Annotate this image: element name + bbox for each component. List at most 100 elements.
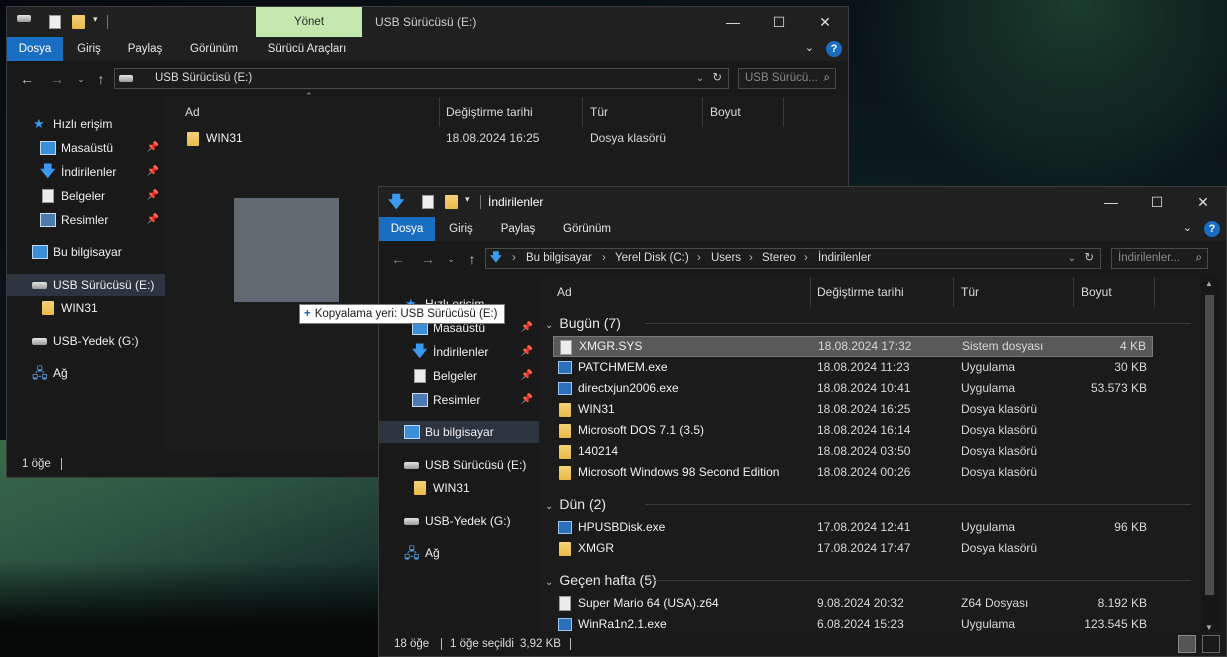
nav-network[interactable]: 🖧 Ağ — [379, 542, 539, 564]
breadcrumb-item[interactable]: Users — [711, 249, 741, 268]
column-separator[interactable] — [439, 97, 440, 127]
address-history-icon[interactable]: ⌄ — [696, 69, 704, 88]
nav-usb-drive[interactable]: USB Sürücüsü (E:) — [379, 454, 539, 476]
file-row[interactable]: 140214 18.08.2024 03:50 Dosya klasörü — [553, 441, 1153, 462]
address-box[interactable]: USB Sürücüsü (E:) ⌄ ↻ — [114, 68, 729, 89]
search-input[interactable]: USB Sürücü... ⌕ — [738, 68, 836, 89]
column-header-type[interactable]: Tür — [590, 97, 608, 127]
column-separator[interactable] — [810, 277, 811, 307]
column-header-date[interactable]: Değiştirme tarihi — [817, 277, 904, 307]
scroll-up-icon[interactable]: ▲ — [1205, 279, 1213, 288]
pin-icon[interactable]: 📌 — [521, 365, 533, 387]
nav-downloads[interactable]: 🡇 İndirilenler 📌 — [379, 341, 539, 363]
details-view-button[interactable] — [1178, 635, 1196, 653]
file-row[interactable]: PATCHMEM.exe 18.08.2024 11:23 Uygulama 30 K… — [553, 357, 1153, 378]
tab-view[interactable]: Görünüm — [552, 217, 622, 241]
nav-documents[interactable]: Belgeler 📌 — [7, 185, 165, 207]
column-header-name[interactable]: Ad — [557, 277, 572, 307]
breadcrumb-item[interactable]: İndirilenler — [818, 249, 871, 268]
tab-share[interactable]: Paylaş — [492, 217, 544, 241]
column-header-size[interactable]: Boyut — [1081, 277, 1112, 307]
large-icons-view-button[interactable] — [1202, 635, 1220, 653]
properties-icon[interactable] — [422, 195, 434, 209]
pin-icon[interactable]: 📌 — [147, 137, 159, 159]
nav-documents[interactable]: Belgeler 📌 — [379, 365, 539, 387]
group-collapse-icon[interactable]: ⌄ — [545, 501, 553, 512]
properties-icon[interactable] — [49, 15, 61, 29]
help-icon[interactable]: ? — [826, 41, 842, 57]
file-row[interactable]: XMGR.SYS 18.08.2024 17:32 Sistem dosyası 4 … — [553, 336, 1153, 357]
close-button[interactable]: ✕ — [1180, 187, 1226, 217]
pin-icon[interactable]: 📌 — [147, 209, 159, 231]
new-folder-icon[interactable] — [72, 15, 85, 29]
column-header-date[interactable]: Değiştirme tarihi — [446, 97, 533, 127]
up-arrow-icon[interactable]: ↑ — [462, 249, 482, 269]
scroll-down-icon[interactable]: ▼ — [1205, 623, 1213, 632]
new-folder-icon[interactable] — [445, 195, 458, 209]
title-bar[interactable]: 🡇 ▾ İndirilenler — ☐ ✕ — [379, 187, 1226, 217]
nav-usb-backup[interactable]: USB-Yedek (G:) — [379, 510, 539, 532]
nav-this-pc[interactable]: Bu bilgisayar — [7, 241, 165, 263]
file-row[interactable]: Microsoft DOS 7.1 (3.5) 18.08.2024 16:14 D… — [553, 420, 1153, 441]
column-header-name[interactable]: Ad — [185, 97, 200, 127]
nav-pictures[interactable]: Resimler 📌 — [379, 389, 539, 411]
column-separator[interactable] — [1154, 277, 1155, 307]
nav-desktop[interactable]: Masaüstü 📌 — [7, 137, 165, 159]
scrollbar-thumb[interactable] — [1205, 295, 1214, 595]
tab-share[interactable]: Paylaş — [119, 37, 171, 61]
nav-this-pc[interactable]: Bu bilgisayar — [379, 421, 539, 443]
column-separator[interactable] — [1073, 277, 1074, 307]
maximize-button[interactable]: ☐ — [1134, 187, 1180, 217]
column-separator[interactable] — [783, 97, 784, 127]
file-row[interactable]: WinRa1n2.1.exe 6.08.2024 15:23 Uygulama 123… — [553, 614, 1153, 634]
pin-icon[interactable]: 📌 — [147, 185, 159, 207]
pin-icon[interactable]: 📌 — [147, 161, 159, 183]
up-arrow-icon[interactable]: ↑ — [91, 69, 111, 89]
column-header-size[interactable]: Boyut — [710, 97, 741, 127]
maximize-button[interactable]: ☐ — [756, 7, 802, 37]
tab-home[interactable]: Giriş — [67, 37, 111, 61]
search-input[interactable]: İndirilenler... ⌕ — [1111, 248, 1208, 269]
title-bar[interactable]: ▾ Yönet USB Sürücüsü (E:) — ☐ ✕ — [7, 7, 848, 37]
group-header[interactable]: ⌄ Bugün (7) — [545, 311, 1195, 335]
nav-usb-drive[interactable]: USB Sürücüsü (E:) — [7, 274, 165, 296]
column-header-type[interactable]: Tür — [961, 277, 979, 307]
back-arrow-icon[interactable]: ← — [388, 249, 408, 269]
group-collapse-icon[interactable]: ⌄ — [545, 320, 553, 331]
breadcrumb-item[interactable]: Yerel Disk (C:) — [615, 249, 689, 268]
back-arrow-icon[interactable]: ← — [17, 69, 37, 89]
ribbon-expand-icon[interactable]: ⌄ — [1183, 221, 1192, 234]
group-header[interactable]: ⌄ Dün (2) — [545, 492, 1195, 516]
file-row[interactable]: WIN31 18.08.2024 16:25 Dosya klasörü — [165, 128, 848, 149]
nav-downloads[interactable]: 🡇 İndirilenler 📌 — [7, 161, 165, 183]
nav-folder-win31[interactable]: WIN31 — [7, 297, 165, 319]
pin-icon[interactable]: 📌 — [521, 317, 533, 339]
help-icon[interactable]: ? — [1204, 221, 1220, 237]
pin-icon[interactable]: 📌 — [521, 389, 533, 411]
explorer-window-downloads[interactable]: 🡇 ▾ İndirilenler — ☐ ✕ Dosya Giriş Payla… — [378, 186, 1227, 657]
refresh-icon[interactable]: ↻ — [1084, 249, 1094, 268]
minimize-button[interactable]: — — [1088, 187, 1134, 217]
pin-icon[interactable]: 📌 — [521, 341, 533, 363]
file-row[interactable]: HPUSBDisk.exe 17.08.2024 12:41 Uygulama 96 … — [553, 517, 1153, 538]
file-row[interactable]: Microsoft Windows 98 Second Edition 18.08… — [553, 462, 1153, 483]
nav-network[interactable]: 🖧 Ağ — [7, 362, 165, 384]
column-separator[interactable] — [702, 97, 703, 127]
group-collapse-icon[interactable]: ⌄ — [545, 577, 553, 588]
chevron-down-icon[interactable]: ▾ — [93, 14, 98, 25]
nav-folder-win31[interactable]: WIN31 — [379, 477, 539, 499]
minimize-button[interactable]: — — [710, 7, 756, 37]
forward-arrow-icon[interactable]: → — [47, 69, 67, 89]
tab-view[interactable]: Görünüm — [179, 37, 249, 61]
forward-arrow-icon[interactable]: → — [418, 249, 438, 269]
nav-pictures[interactable]: Resimler 📌 — [7, 209, 165, 231]
tab-file[interactable]: Dosya — [7, 37, 63, 61]
file-row[interactable]: WIN31 18.08.2024 16:25 Dosya klasörü — [553, 399, 1153, 420]
tab-file[interactable]: Dosya — [379, 217, 435, 241]
tab-drive-tools[interactable]: Sürücü Araçları — [259, 37, 355, 61]
nav-usb-backup[interactable]: USB-Yedek (G:) — [7, 330, 165, 352]
tab-home[interactable]: Giriş — [439, 217, 483, 241]
file-row[interactable]: directxjun2006.exe 18.08.2024 10:41 Uygula… — [553, 378, 1153, 399]
refresh-icon[interactable]: ↻ — [712, 69, 722, 88]
recent-locations-icon[interactable]: ⌄ — [71, 69, 91, 89]
